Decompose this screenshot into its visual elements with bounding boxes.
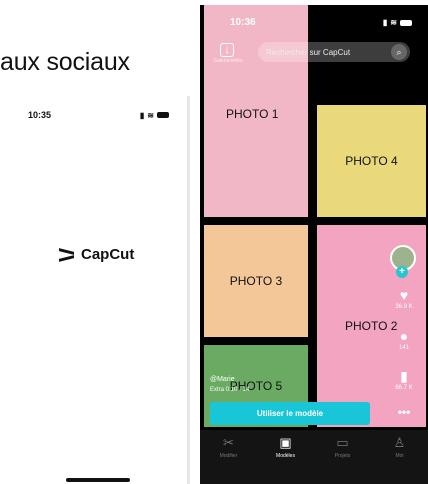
- wifi-icon: ≋: [390, 18, 397, 27]
- heart-icon: ♥: [399, 287, 409, 303]
- signal-icon: ▮: [139, 110, 145, 120]
- creator-username[interactable]: @Marie: [210, 376, 235, 383]
- capcut-logo-icon: [58, 248, 75, 262]
- follow-plus-icon[interactable]: +: [396, 266, 408, 278]
- photo-block-3[interactable]: PHOTO 3: [204, 225, 308, 337]
- comment-icon: ●: [399, 328, 409, 344]
- tab-label: Moi: [395, 453, 404, 459]
- signal-icon: ▮: [382, 18, 388, 27]
- status-bar: 10:35 ▮ ≋: [28, 110, 169, 120]
- capcut-logo: CapCut: [58, 246, 134, 263]
- templates-icon: ▣: [279, 435, 292, 450]
- gallery-label: Galerie/vidéo: [213, 58, 243, 64]
- tab-modifier[interactable]: ✂ Modifier: [205, 436, 253, 484]
- save-count: 66.7 K: [395, 385, 413, 391]
- right-phone-screen: 10:36 ▮ ≋ PHOTO 1 PHOTO 4 PHOTO 3 PHOTO …: [200, 5, 428, 484]
- wifi-icon: ≋: [147, 110, 154, 120]
- battery-icon: [400, 19, 412, 26]
- home-indicator: [66, 478, 130, 482]
- search-icon[interactable]: ⌕: [391, 44, 407, 60]
- like-count: 36.9 K: [395, 304, 413, 310]
- like-button[interactable]: ♥ 36.9 K: [394, 288, 414, 310]
- tab-moi[interactable]: ♙ Moi: [376, 436, 424, 484]
- tab-label: Projets: [334, 453, 351, 459]
- battery-icon: [157, 112, 169, 118]
- left-phone-screen: 10:35 ▮ ≋ CapCut: [0, 96, 190, 484]
- template-meta: Extra 0:10 · 14: [210, 387, 250, 393]
- more-icon[interactable]: •••: [394, 405, 414, 419]
- tab-label: Modèles: [276, 453, 295, 459]
- bookmark-icon: ▮: [400, 368, 408, 384]
- tab-modeles[interactable]: ▣ Modèles: [262, 436, 310, 484]
- bottom-tab-bar: ✂ Modifier ▣ Modèles ▭ Projets ♙ Moi: [200, 430, 428, 484]
- save-button[interactable]: ▮ 66.7 K: [394, 369, 414, 391]
- folder-icon: ▭: [336, 435, 349, 450]
- clock: 10:35: [28, 110, 52, 120]
- photo-block-4[interactable]: PHOTO 4: [317, 105, 426, 217]
- search-input[interactable]: Rechercher sur CapCut ⌕: [258, 42, 410, 62]
- gallery-icon[interactable]: ↓: [220, 43, 234, 57]
- photo-block-1[interactable]: PHOTO 1: [204, 5, 308, 217]
- brand-name: CapCut: [81, 246, 135, 263]
- search-placeholder: Rechercher sur CapCut: [266, 48, 351, 57]
- tab-projets[interactable]: ▭ Projets: [319, 436, 367, 484]
- heading: aux sociaux: [0, 48, 130, 76]
- comment-button[interactable]: ● 141: [394, 329, 414, 351]
- use-template-button[interactable]: Utiliser le modèle: [210, 402, 370, 425]
- comment-count: 141: [398, 345, 409, 351]
- scissors-icon: ✂: [223, 435, 234, 450]
- status-bar: 10:36 ▮ ≋: [230, 17, 412, 28]
- profile-icon: ♙: [393, 435, 406, 450]
- clock: 10:36: [230, 17, 256, 28]
- tab-label: Modifier: [219, 453, 238, 459]
- status-icons: ▮ ≋: [383, 17, 412, 28]
- status-icons: ▮ ≋: [140, 110, 169, 120]
